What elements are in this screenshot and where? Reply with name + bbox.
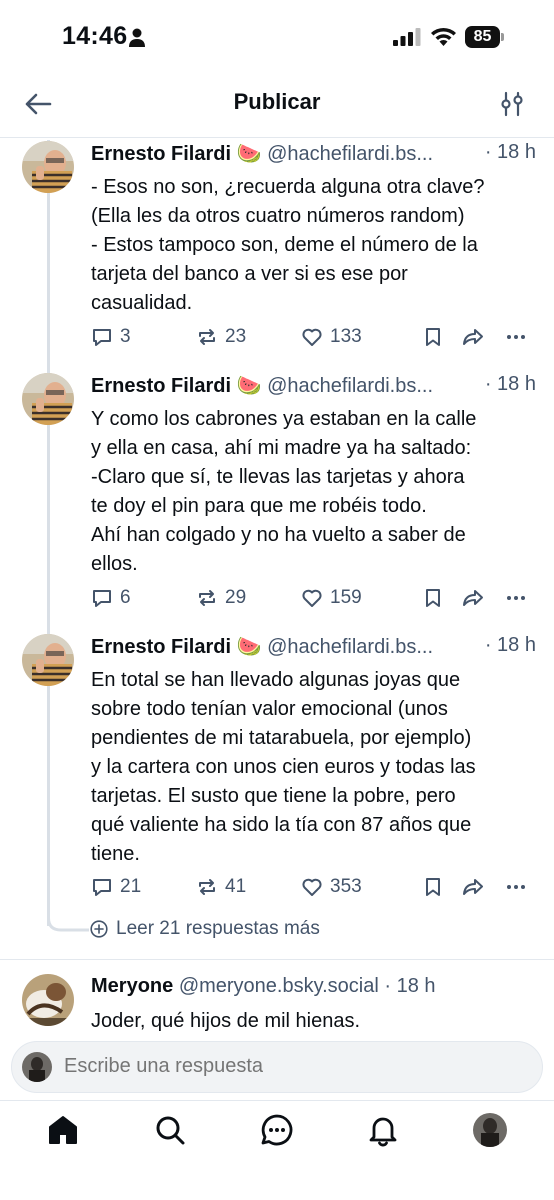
repost-count: 41 <box>225 876 247 897</box>
filter-icon[interactable] <box>498 89 526 119</box>
more-replies-link[interactable]: Leer 21 respuestas más <box>90 918 320 940</box>
bell-icon[interactable] <box>366 1113 400 1147</box>
repost-count: 29 <box>225 587 247 608</box>
more-options-button[interactable] <box>505 587 527 609</box>
reply-icon <box>93 879 111 896</box>
reply-count: 6 <box>120 587 131 608</box>
share-icon <box>463 879 483 895</box>
thread-post[interactable]: Ernesto Filardi 🍉 @hachefilardi.bs... · … <box>0 370 554 630</box>
repost-icon <box>199 879 215 895</box>
more-icon <box>507 596 525 600</box>
battery-indicator: 85 <box>465 26 505 48</box>
avatar[interactable] <box>22 373 74 425</box>
author-handle[interactable]: @hachefilardi.bs... <box>267 636 433 658</box>
avatar[interactable] <box>22 974 74 1026</box>
like-count: 159 <box>330 587 362 608</box>
bookmark-icon <box>426 328 440 346</box>
share-icon <box>463 329 483 345</box>
bookmark-icon <box>426 589 440 607</box>
post-actions: 6 29 159 <box>91 587 531 615</box>
more-options-button[interactable] <box>505 876 527 898</box>
like-button[interactable]: 159 <box>301 587 362 609</box>
battery-level: 85 <box>465 26 500 48</box>
reply-count: 3 <box>120 326 131 347</box>
author-name[interactable]: Meryone <box>91 975 173 997</box>
search-icon[interactable] <box>153 1113 187 1147</box>
author-name[interactable]: Ernesto Filardi 🍉 <box>91 636 262 658</box>
repost-button[interactable]: 23 <box>196 326 246 348</box>
author-handle[interactable]: @hachefilardi.bs... <box>267 375 433 397</box>
thread-post[interactable]: Ernesto Filardi 🍉 @hachefilardi.bs... · … <box>0 138 554 366</box>
chat-icon[interactable] <box>260 1113 294 1147</box>
share-button[interactable] <box>462 876 484 898</box>
battery-tip <box>501 33 504 41</box>
reply-composer[interactable] <box>11 1041 543 1093</box>
reply-count: 21 <box>120 876 142 897</box>
reply-button[interactable]: 6 <box>91 587 131 609</box>
signal-icon <box>393 28 421 46</box>
like-button[interactable]: 133 <box>301 326 362 348</box>
bookmark-button[interactable] <box>422 587 444 609</box>
wifi-icon <box>431 27 456 46</box>
author-name[interactable]: Ernesto Filardi 🍉 <box>91 143 262 165</box>
bookmark-icon <box>426 878 440 896</box>
repost-icon <box>199 590 215 606</box>
user-avatar <box>22 1052 52 1082</box>
reply-button[interactable]: 21 <box>91 876 141 898</box>
page-title: Publicar <box>233 89 321 114</box>
like-count: 353 <box>330 876 362 897</box>
share-button[interactable] <box>462 587 484 609</box>
reply-post[interactable]: Meryone @meryone.bsky.social · 18 h Jode… <box>0 960 554 1040</box>
status-bar: 14:46 85 <box>0 0 554 76</box>
post-header: Ernesto Filardi 🍉 @hachefilardi.bs... <box>91 141 537 166</box>
like-button[interactable]: 353 <box>301 876 362 898</box>
post-text: En total se han llevado algunas joyas qu… <box>91 669 476 865</box>
like-icon <box>302 878 322 896</box>
more-options-button[interactable] <box>505 326 527 348</box>
more-replies-label: Leer 21 respuestas más <box>116 918 320 939</box>
status-time: 14:46 <box>62 22 128 50</box>
bottom-nav <box>0 1100 554 1200</box>
avatar[interactable] <box>22 141 74 193</box>
reply-input[interactable] <box>64 1055 504 1078</box>
post-time: · 18 h <box>478 373 536 396</box>
reply-icon <box>93 329 111 346</box>
post-actions: 3 23 133 <box>91 326 531 354</box>
plus-circle-icon <box>90 920 108 938</box>
repost-button[interactable]: 29 <box>196 587 246 609</box>
profile-avatar[interactable] <box>473 1113 507 1147</box>
post-time: · 18 h <box>478 634 536 657</box>
like-icon <box>302 328 322 346</box>
like-count: 133 <box>330 326 362 347</box>
post-header: Meryone @meryone.bsky.social · 18 h <box>91 975 537 998</box>
share-icon <box>463 590 483 606</box>
post-text: - Esos no son, ¿recuerda alguna otra cla… <box>91 176 485 314</box>
reply-icon <box>93 590 111 607</box>
bookmark-button[interactable] <box>422 876 444 898</box>
home-icon[interactable] <box>46 1113 80 1147</box>
post-text: Y como los cabrones ya estaban en la cal… <box>91 408 477 575</box>
bookmark-button[interactable] <box>422 326 444 348</box>
author-name[interactable]: Ernesto Filardi 🍉 <box>91 375 262 397</box>
author-handle[interactable]: @hachefilardi.bs... <box>267 143 433 165</box>
post-time: · 18 h <box>384 975 436 997</box>
reply-button[interactable]: 3 <box>91 326 131 348</box>
avatar[interactable] <box>22 634 74 686</box>
thread-post[interactable]: Ernesto Filardi 🍉 @hachefilardi.bs... · … <box>0 631 554 921</box>
share-button[interactable] <box>462 326 484 348</box>
like-icon <box>302 589 322 607</box>
post-actions: 21 41 353 <box>91 876 531 904</box>
author-handle[interactable]: @meryone.bsky.social <box>179 975 379 997</box>
header: Publicar <box>0 76 554 138</box>
more-icon <box>507 885 525 889</box>
post-text: Joder, qué hijos de mil hienas. <box>91 1010 361 1032</box>
repost-count: 23 <box>225 326 247 347</box>
repost-icon <box>199 329 215 345</box>
repost-button[interactable]: 41 <box>196 876 246 898</box>
post-header: Ernesto Filardi 🍉 @hachefilardi.bs... <box>91 634 537 659</box>
person-icon <box>129 28 145 47</box>
more-icon <box>507 335 525 339</box>
post-time: · 18 h <box>478 141 536 164</box>
post-header: Ernesto Filardi 🍉 @hachefilardi.bs... <box>91 373 537 398</box>
